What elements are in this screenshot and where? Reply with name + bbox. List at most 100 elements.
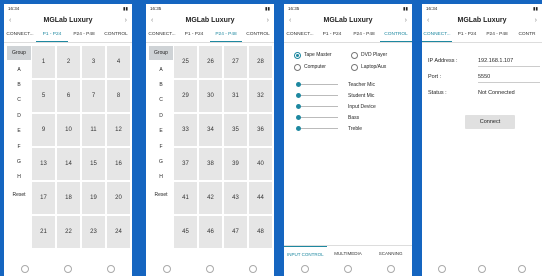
tab-p1-p24[interactable]: P1 - P24 xyxy=(316,28,348,42)
pc-cell[interactable]: 24 xyxy=(107,216,130,248)
pc-cell[interactable]: 5 xyxy=(32,80,55,112)
group-d-button[interactable]: D xyxy=(149,108,173,123)
pc-cell[interactable]: 45 xyxy=(174,216,197,248)
ip-address-field[interactable]: 192.168.1.107 xyxy=(478,56,540,67)
radio-dvd-player[interactable]: DVD Player xyxy=(351,51,408,59)
nav-recent-icon[interactable] xyxy=(301,265,310,273)
bass-slider[interactable] xyxy=(296,115,338,120)
tab-control[interactable]: CONTR xyxy=(512,28,542,42)
treble-slider[interactable] xyxy=(296,126,338,131)
pc-cell[interactable]: 37 xyxy=(174,148,197,180)
port-field[interactable]: 5550 xyxy=(478,72,540,83)
reset-button[interactable]: Reset xyxy=(7,187,31,202)
nav-home-icon[interactable] xyxy=(343,265,352,273)
pc-cell[interactable]: 27 xyxy=(224,46,247,78)
pc-cell[interactable]: 34 xyxy=(199,114,222,146)
pc-cell[interactable]: 2 xyxy=(57,46,80,78)
pc-cell[interactable]: 46 xyxy=(199,216,222,248)
pc-cell[interactable]: 40 xyxy=(249,148,272,180)
slider-thumb[interactable] xyxy=(296,82,301,87)
pc-cell[interactable]: 39 xyxy=(224,148,247,180)
nav-back-icon[interactable] xyxy=(386,265,395,273)
forward-arrow-icon[interactable]: › xyxy=(267,17,269,24)
group-d-button[interactable]: D xyxy=(7,108,31,123)
tab-connect[interactable]: CONNECT... xyxy=(4,28,36,42)
nav-home-icon[interactable] xyxy=(205,265,214,273)
nav-back-icon[interactable] xyxy=(106,265,115,273)
group-a-button[interactable]: A xyxy=(149,62,173,77)
radio-laptop-aux[interactable]: Laptop/Aux xyxy=(351,63,408,71)
group-f-button[interactable]: F xyxy=(149,139,173,154)
back-arrow-icon[interactable]: ‹ xyxy=(151,17,153,24)
nav-home-icon[interactable] xyxy=(478,265,486,273)
slider-thumb[interactable] xyxy=(296,104,301,109)
pc-cell[interactable]: 32 xyxy=(249,80,272,112)
tab-control[interactable]: CONTROL xyxy=(380,28,412,42)
slider-thumb[interactable] xyxy=(296,93,301,98)
back-arrow-icon[interactable]: ‹ xyxy=(289,17,291,24)
tab-connect[interactable]: CONNECT... xyxy=(146,28,178,42)
back-arrow-icon[interactable]: ‹ xyxy=(9,17,11,24)
pc-cell[interactable]: 26 xyxy=(199,46,222,78)
pc-cell[interactable]: 17 xyxy=(32,182,55,214)
nav-recent-icon[interactable] xyxy=(21,265,30,273)
tab-scanning[interactable]: SCANNING xyxy=(369,246,412,262)
pc-cell[interactable]: 21 xyxy=(32,216,55,248)
tab-p1-p24[interactable]: P1 - P24 xyxy=(36,28,68,42)
pc-cell[interactable]: 43 xyxy=(224,182,247,214)
tab-p24-p48[interactable]: P24 - P48 xyxy=(482,28,512,42)
group-b-button[interactable]: B xyxy=(7,77,31,92)
tab-p24-p48[interactable]: P24 - P48 xyxy=(348,28,380,42)
pc-cell[interactable]: 47 xyxy=(224,216,247,248)
pc-cell[interactable]: 23 xyxy=(82,216,105,248)
pc-cell[interactable]: 35 xyxy=(224,114,247,146)
pc-cell[interactable]: 19 xyxy=(82,182,105,214)
group-h-button[interactable]: H xyxy=(7,170,31,185)
pc-cell[interactable]: 9 xyxy=(32,114,55,146)
radio-tape-master[interactable]: Tape Master xyxy=(294,51,351,59)
tab-p24-p48[interactable]: P24 - P48 xyxy=(210,28,242,42)
pc-cell[interactable]: 4 xyxy=(107,46,130,78)
teacher-mic-slider[interactable] xyxy=(296,82,338,87)
pc-cell[interactable]: 22 xyxy=(57,216,80,248)
pc-cell[interactable]: 31 xyxy=(224,80,247,112)
pc-cell[interactable]: 3 xyxy=(82,46,105,78)
group-e-button[interactable]: E xyxy=(149,124,173,139)
tab-input-control[interactable]: INPUT CONTROL xyxy=(284,246,327,262)
pc-cell[interactable]: 6 xyxy=(57,80,80,112)
nav-recent-icon[interactable] xyxy=(438,265,446,273)
tab-connect[interactable]: CONNECT... xyxy=(422,28,452,42)
pc-cell[interactable]: 12 xyxy=(107,114,130,146)
pc-cell[interactable]: 18 xyxy=(57,182,80,214)
pc-cell[interactable]: 38 xyxy=(199,148,222,180)
group-h-button[interactable]: H xyxy=(149,170,173,185)
tab-p24-p48[interactable]: P24 - P48 xyxy=(68,28,100,42)
pc-cell[interactable]: 25 xyxy=(174,46,197,78)
pc-cell[interactable]: 13 xyxy=(32,148,55,180)
pc-cell[interactable]: 7 xyxy=(82,80,105,112)
pc-cell[interactable]: 16 xyxy=(107,148,130,180)
pc-cell[interactable]: 44 xyxy=(249,182,272,214)
pc-cell[interactable]: 48 xyxy=(249,216,272,248)
connect-button[interactable]: Connect xyxy=(465,115,515,129)
nav-recent-icon[interactable] xyxy=(163,265,172,273)
tab-connect[interactable]: CONNECT... xyxy=(284,28,316,42)
radio-computer[interactable]: Computer xyxy=(294,63,351,71)
group-e-button[interactable]: E xyxy=(7,124,31,139)
group-g-button[interactable]: G xyxy=(7,154,31,169)
pc-cell[interactable]: 33 xyxy=(174,114,197,146)
nav-home-icon[interactable] xyxy=(63,265,72,273)
tab-multimedia[interactable]: MULTIMEDIA xyxy=(327,246,370,262)
pc-cell[interactable]: 15 xyxy=(82,148,105,180)
group-f-button[interactable]: F xyxy=(7,139,31,154)
group-c-button[interactable]: C xyxy=(149,93,173,108)
pc-cell[interactable]: 14 xyxy=(57,148,80,180)
forward-arrow-icon[interactable]: › xyxy=(125,17,127,24)
group-c-button[interactable]: C xyxy=(7,93,31,108)
tab-control[interactable]: CONTROL xyxy=(100,28,132,42)
pc-cell[interactable]: 42 xyxy=(199,182,222,214)
slider-thumb[interactable] xyxy=(296,126,301,131)
input-device-slider[interactable] xyxy=(296,104,338,109)
pc-cell[interactable]: 36 xyxy=(249,114,272,146)
slider-thumb[interactable] xyxy=(296,115,301,120)
